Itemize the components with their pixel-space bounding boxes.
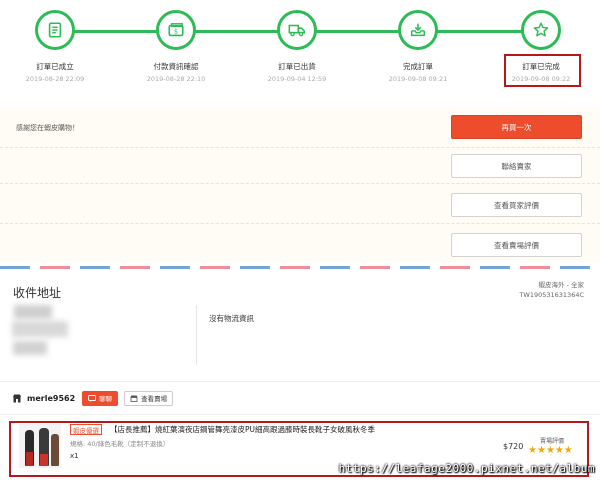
truck-icon [277, 10, 317, 50]
tracking-number: TW190531631364C [519, 291, 584, 299]
no-logistics-message: 沒有物流資訊 [209, 314, 254, 323]
inbox-download-icon [398, 10, 438, 50]
actions-row: 查看賣場評價 [0, 224, 600, 262]
star-icon: ★ [528, 445, 537, 456]
buy-again-button[interactable]: 再買一次 [451, 115, 582, 139]
store-icon [130, 395, 138, 402]
shop-name[interactable]: merle9562 [27, 394, 75, 403]
step-label: 訂單已出貨 [278, 62, 316, 71]
star-icon: ★ [563, 445, 573, 456]
view-store-label: 查看賣場 [141, 395, 168, 403]
star-icon: ★ [554, 445, 564, 456]
view-store-rating-button[interactable]: 查看賣場評價 [451, 233, 582, 257]
contact-seller-button[interactable]: 聯絡賣家 [451, 154, 582, 178]
thumbnail-boot [40, 454, 48, 466]
step-label: 訂單已成立 [36, 62, 74, 71]
divider [196, 305, 197, 365]
step-label: 付款資訊確認 [153, 62, 199, 71]
address-title: 收件地址 [13, 286, 62, 300]
star-icon: ★ [536, 445, 546, 456]
watermark-url: https://leafage2000.pixnet.net/album [338, 462, 595, 475]
envelope-border [0, 266, 600, 269]
actions-row: 查看買家評價 [0, 184, 600, 224]
logistics-carrier: 蝦皮海外 - 全家 [538, 281, 584, 289]
thumbnail-boot [26, 452, 33, 466]
shop-icon [13, 394, 21, 402]
divider [0, 414, 600, 415]
chat-icon [88, 394, 97, 402]
step-time: 2019-09-04 12:59 [267, 75, 327, 83]
product-thumbnail[interactable] [19, 424, 61, 468]
step-label: 完成訂單 [403, 62, 433, 71]
product-title[interactable]: 【店長推薦】燒紅葉演夜店鋼管舞亮漆皮PU細高跟過膝時裝長靴子女破風秋冬季 [110, 424, 375, 435]
chat-button[interactable]: 聊聊 [82, 390, 119, 406]
step-time: 2019-08-28 22:09 [25, 75, 85, 83]
rating-stars: ★ ★ ★ ★ ★ [528, 446, 573, 456]
annotation-highlight-box [504, 54, 581, 87]
view-buyer-rating-button[interactable]: 查看買家評價 [451, 193, 582, 217]
step-completed: 完成訂單 2019-09-08 09:21 [363, 10, 473, 83]
divider [0, 381, 600, 382]
blurred-recipient-address [13, 341, 47, 355]
thumbnail-figure [51, 434, 59, 466]
actions-row: 聯絡賣家 [0, 148, 600, 184]
chat-label: 聊聊 [99, 395, 113, 403]
receipt-icon [35, 10, 75, 50]
order-progress-stepper: 訂單已成立 2019-08-28 22:09 $ 付款資訊確認 2019-08-… [0, 0, 600, 100]
store-rating-label: 賣場評價 [540, 438, 565, 445]
shop-bar: merle9562 聊聊 查看賣場 [12, 389, 174, 407]
step-time: 2019-08-28 22:10 [146, 75, 206, 83]
logistics-info: 蝦皮海外 - 全家 TW190531631364C [519, 280, 584, 300]
blurred-recipient-name [14, 305, 52, 319]
product-quantity: x1 [70, 452, 79, 460]
actions-row: 感謝您在蝦皮購物！ 再買一次 [0, 107, 600, 148]
thanks-message: 感謝您在蝦皮購物！ [16, 124, 79, 132]
step-time: 2019-09-08 09:21 [388, 75, 448, 83]
step-shipped: 訂單已出貨 2019-09-04 12:59 [242, 10, 352, 83]
step-payment-confirmed: $ 付款資訊確認 2019-08-28 22:10 [121, 10, 231, 83]
blurred-recipient-phone [12, 321, 68, 337]
view-store-button[interactable]: 查看賣場 [124, 390, 174, 406]
product-price: $720 [503, 442, 524, 451]
order-actions-panel: 感謝您在蝦皮購物！ 再買一次 聯絡賣家 查看買家評價 查看賣場評價 [0, 107, 600, 262]
svg-text:$: $ [174, 29, 178, 36]
star-icon [521, 10, 561, 50]
payment-icon: $ [156, 10, 196, 50]
product-spec: 規格: 40/綠色毛靴（定制不退換） [70, 440, 170, 448]
star-icon: ★ [545, 445, 555, 456]
preferred-badge: 蝦皮優選 [70, 424, 102, 435]
step-order-placed: 訂單已成立 2019-08-28 22:09 [0, 10, 110, 83]
